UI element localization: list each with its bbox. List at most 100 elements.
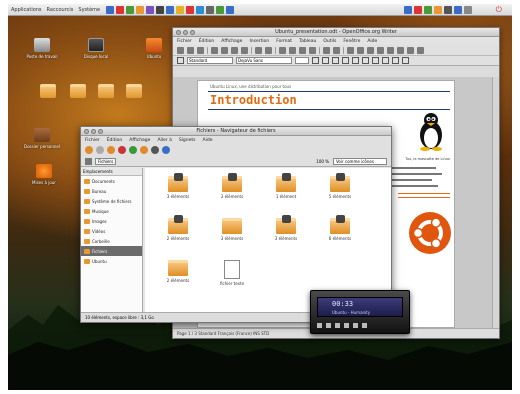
close-button[interactable]	[176, 29, 181, 35]
minimize-button[interactable]	[91, 128, 96, 134]
align-right-button[interactable]	[362, 57, 369, 64]
file-item[interactable]: 2 éléments	[155, 260, 201, 283]
power-icon[interactable]: ⏻	[496, 5, 502, 15]
align-left-button[interactable]	[342, 57, 349, 64]
writer-vertical-scrollbar[interactable]	[492, 77, 499, 329]
draw-functions-icon[interactable]	[367, 46, 374, 54]
menu-applications[interactable]: Applications	[11, 7, 42, 13]
new-document-icon[interactable]	[177, 46, 184, 54]
file-browser-titlebar[interactable]: Fichiers - Navigateur de fichiers	[81, 127, 391, 136]
menu-system[interactable]: Système	[78, 7, 100, 13]
launcher-icon[interactable]	[126, 5, 135, 14]
desktop-icon-folder[interactable]	[114, 84, 154, 100]
forward-arrow-icon[interactable]	[96, 146, 104, 154]
writer-titlebar[interactable]: Ubuntu_presentation.odt - OpenOffice.org…	[173, 28, 499, 37]
view-mode-select[interactable]: Voir comme icônes	[333, 158, 387, 165]
menu-places[interactable]: Raccourcis	[47, 7, 74, 13]
justify-button[interactable]	[372, 57, 379, 64]
back-arrow-icon[interactable]	[85, 146, 93, 154]
open-icon[interactable]	[187, 46, 194, 54]
eject-icon[interactable]	[362, 323, 367, 328]
print-icon[interactable]	[231, 46, 238, 54]
tray-icon[interactable]	[424, 5, 432, 14]
tray-icon[interactable]	[464, 5, 472, 14]
up-arrow-icon[interactable]	[107, 146, 115, 154]
copy-icon[interactable]	[289, 46, 296, 54]
side-pane-item[interactable]: Fichiers	[81, 246, 142, 256]
side-pane-item[interactable]: Images	[81, 216, 142, 226]
side-pane-item[interactable]: Bureau	[81, 186, 142, 196]
writer-menu-item[interactable]: Tableau	[299, 39, 316, 44]
launcher-icon[interactable]	[156, 5, 165, 14]
italic-button[interactable]	[322, 57, 329, 64]
writer-menu-item[interactable]: Fenêtre	[343, 39, 360, 44]
file-browser-menu-item[interactable]: Aller à	[157, 138, 171, 143]
gallery-icon[interactable]	[397, 46, 404, 54]
hyperlink-icon[interactable]	[347, 46, 354, 54]
align-center-button[interactable]	[352, 57, 359, 64]
font-name-select[interactable]: DejaVu Sans	[236, 57, 292, 64]
pdf-export-icon[interactable]	[221, 46, 228, 54]
bullets-button[interactable]	[392, 57, 399, 64]
writer-menu-item[interactable]: Insertion	[249, 39, 269, 44]
pause-icon[interactable]	[335, 323, 340, 328]
launcher-icon[interactable]	[226, 5, 235, 14]
zoom-icon[interactable]	[407, 46, 414, 54]
writer-menu-item[interactable]: Format	[276, 39, 292, 44]
underline-button[interactable]	[332, 57, 339, 64]
print-preview-icon[interactable]	[241, 46, 248, 54]
navigator-icon[interactable]	[387, 46, 394, 54]
side-pane-item[interactable]: Documents	[81, 176, 142, 186]
help-icon[interactable]	[417, 46, 424, 54]
desktop-icon-computer[interactable]: Poste de travail	[22, 38, 62, 59]
file-item[interactable]: 3 éléments	[263, 215, 309, 241]
writer-menu-item[interactable]: Outils	[323, 39, 336, 44]
previous-icon[interactable]	[317, 323, 322, 328]
tray-icon[interactable]	[404, 5, 412, 14]
file-item[interactable]: 3 éléments	[155, 173, 201, 199]
file-browser-menu-item[interactable]: Aide	[203, 138, 213, 143]
paragraph-style-select[interactable]: Standard	[187, 57, 233, 64]
paste-icon[interactable]	[299, 46, 306, 54]
stop-icon[interactable]	[344, 323, 349, 328]
launcher-icon[interactable]	[176, 5, 185, 14]
tray-icon[interactable]	[434, 5, 442, 14]
writer-menu-item[interactable]: Édition	[199, 39, 215, 44]
play-icon[interactable]	[326, 323, 331, 328]
side-pane-item[interactable]: Système de fichiers	[81, 196, 142, 206]
file-item[interactable]: 1 élément	[263, 173, 309, 199]
search-icon[interactable]	[162, 146, 170, 154]
computer-icon[interactable]	[151, 146, 159, 154]
close-button[interactable]	[84, 128, 89, 134]
launcher-icon[interactable]	[186, 5, 195, 14]
font-size-select[interactable]	[295, 57, 309, 64]
file-item[interactable]: 3 éléments	[209, 173, 255, 199]
side-pane-header[interactable]: Emplacements	[81, 168, 142, 176]
file-item[interactable]: 3 éléments	[209, 218, 255, 241]
maximize-button[interactable]	[98, 128, 103, 134]
launcher-icon[interactable]	[206, 5, 215, 14]
file-browser-menu-item[interactable]: Édition	[107, 138, 123, 143]
location-toggle-icon[interactable]	[85, 157, 92, 165]
path-button[interactable]: Fichiers	[95, 157, 117, 165]
zoom-level[interactable]: 100 %	[316, 159, 329, 164]
side-pane-item[interactable]: Ubuntu	[81, 256, 142, 266]
file-item[interactable]: 2 éléments	[155, 215, 201, 241]
tray-icon[interactable]	[414, 5, 422, 14]
file-item[interactable]: 5 éléments	[317, 173, 363, 199]
format-paintbrush-icon[interactable]	[309, 46, 316, 54]
tray-icon[interactable]	[454, 5, 462, 14]
bold-button[interactable]	[312, 57, 319, 64]
launcher-icon[interactable]	[166, 5, 175, 14]
desktop-icon-ubuntu[interactable]: Ubuntu	[134, 38, 174, 59]
launcher-icon[interactable]	[196, 5, 205, 14]
desktop-icon-updates[interactable]: Mises à jour	[24, 164, 64, 185]
file-browser-menu-item[interactable]: Signets	[179, 138, 196, 143]
minimize-button[interactable]	[183, 29, 188, 35]
numbering-button[interactable]	[382, 57, 389, 64]
file-browser-menu-item[interactable]: Fichier	[85, 138, 100, 143]
table-icon[interactable]	[357, 46, 364, 54]
reload-icon[interactable]	[129, 146, 137, 154]
file-browser-menu-item[interactable]: Affichage	[129, 138, 150, 143]
launcher-icon[interactable]	[216, 5, 225, 14]
